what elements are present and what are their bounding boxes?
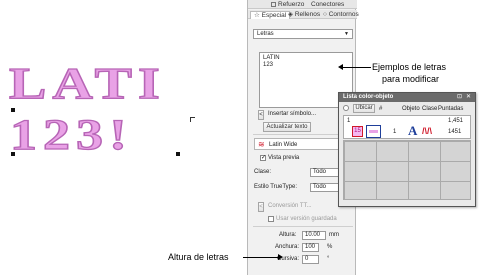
arrowhead-icon <box>338 64 343 70</box>
thumb-preview <box>369 130 378 133</box>
popup-title: Lista color-objeto <box>339 93 475 102</box>
width-unit: % <box>327 244 333 250</box>
arrowhead-icon <box>278 254 283 260</box>
star-icon: ☆ <box>254 12 262 19</box>
saved-version-label: Usar versión guardada <box>276 216 337 222</box>
object-type-glyph: A <box>408 123 418 138</box>
row2-stitches: 1451 <box>448 129 462 135</box>
row1-number: 1 <box>347 118 351 124</box>
class-label: Clase: <box>254 169 272 175</box>
satin-stitch-icon: /\/\ <box>422 126 433 136</box>
divider <box>253 226 353 227</box>
italic-field[interactable]: 0 <box>302 255 319 264</box>
embroidered-text-line2[interactable]: 123! <box>9 112 133 156</box>
tab-row-top: Refuerzo Conectores <box>248 0 357 9</box>
preview-label: Vista previa <box>268 155 300 161</box>
underlay-icon <box>271 2 276 7</box>
saved-version-checkbox[interactable] <box>268 216 274 222</box>
embroidered-text-line1[interactable]: LATI <box>8 60 166 106</box>
baseline-handle[interactable] <box>11 152 15 156</box>
object-list: 1 1,451 15 1 A /\/\ 1451 <box>343 115 471 139</box>
pin-icon[interactable]: ⊡ <box>456 94 463 101</box>
tab-contornos[interactable]: ○ Contornos <box>320 11 362 19</box>
scroll-left-button[interactable]: < <box>258 110 264 120</box>
col-stitches-header: Puntadas <box>438 106 464 112</box>
annotation-examples-line2: para modificar <box>382 74 440 84</box>
color-swatch[interactable]: 15 <box>352 126 363 137</box>
height-field[interactable]: 10.00 <box>302 231 326 240</box>
preview-checkbox[interactable] <box>260 154 266 161</box>
row1-stitches: 1,451 <box>448 118 464 124</box>
truetype-label: Estilo TrueType: <box>254 184 298 190</box>
annotation-examples-line1: Ejemplos de letras <box>372 62 447 72</box>
font-icon: ≋ <box>258 140 265 149</box>
convert-arrow-button[interactable]: < <box>258 202 264 212</box>
insert-symbol-link[interactable]: Insertar símbolo... <box>268 110 316 118</box>
col-object-header: Objeto <box>402 106 420 112</box>
width-label: Anchura: <box>275 244 300 250</box>
width-field[interactable]: 100 <box>302 243 319 252</box>
height-label: Altura: <box>279 232 297 238</box>
col-class-header: Clase <box>422 106 438 112</box>
close-icon[interactable]: ✕ <box>465 94 472 101</box>
tab-conectores[interactable]: Conectores <box>308 1 347 9</box>
sort-radio[interactable] <box>343 105 349 111</box>
italic-unit: ° <box>327 256 330 262</box>
chevron-down-icon: ▼ <box>344 31 349 37</box>
baseline-handle[interactable] <box>11 108 15 112</box>
row2-number: 1 <box>393 129 397 135</box>
sort-button[interactable]: Ubicar <box>353 104 375 113</box>
reference-cross-icon <box>190 117 195 122</box>
empty-list-grid <box>343 140 471 200</box>
color-object-list-window[interactable]: Lista color-objeto ⊡ ✕ Ubicar # Objeto C… <box>338 92 476 207</box>
annotation-height: Altura de letras <box>168 252 229 262</box>
tab-row-bottom: ☆ Especial ◈ Rellenos ○ Contornos <box>248 10 359 19</box>
tab-refuerzo[interactable]: Refuerzo <box>268 1 307 9</box>
convert-tt-button[interactable]: Conversión TT... <box>268 202 312 210</box>
selected-object-thumb[interactable] <box>366 125 381 138</box>
baseline-handle[interactable] <box>176 152 180 156</box>
fill-icon: ◈ <box>288 11 295 18</box>
height-unit: mm <box>329 232 339 238</box>
update-text-button[interactable]: Actualizar texto <box>263 122 311 132</box>
tab-rellenos[interactable]: ◈ Rellenos <box>285 11 323 19</box>
mode-dropdown[interactable]: Letras ▼ <box>253 29 353 39</box>
annotation-arrow <box>341 67 371 68</box>
col-hash-header: # <box>379 106 383 112</box>
annotation-arrow <box>243 257 278 258</box>
